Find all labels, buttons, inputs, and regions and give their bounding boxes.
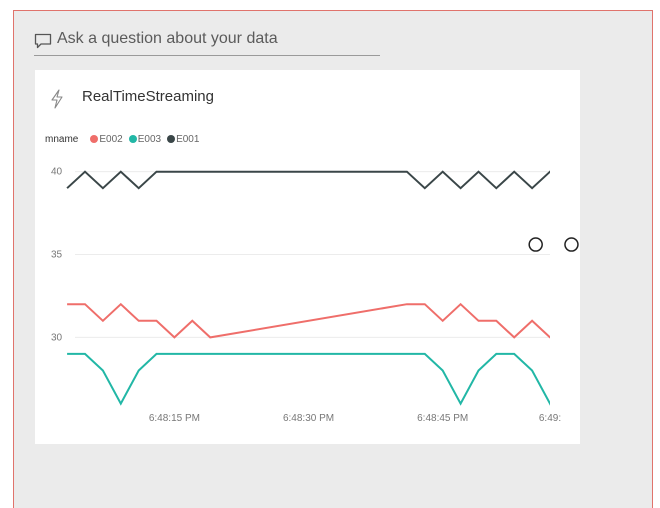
legend-label-e002: E002 [99,133,123,145]
series-line-e001 [66,170,550,190]
qna-input[interactable]: Ask a question about your data [34,29,380,56]
y-tick-label: 40 [51,167,63,178]
dashboard-canvas: Ask a question about your data RealTimeS… [13,10,653,508]
line-chart: 30 35 40 6:48:15 PM 6:48:30 PM 6:48:45 PM 6:49… [51,167,579,424]
legend-dot-e003 [128,135,137,143]
chart-tile[interactable]: RealTimeStreaming mname E002 E003 E001 3… [35,70,580,444]
y-tick-label: 35 [51,250,63,261]
legend-title: mname [45,133,79,145]
x-tick-label: 6:48:30 PM [283,413,334,424]
qna-placeholder: Ask a question about your data [57,30,278,47]
legend-item-e002[interactable]: E002 [90,133,123,145]
x-tick-label: 6:48:15 PM [149,413,200,424]
marker-e001-0 [528,237,543,252]
marker-e001-1 [564,237,579,252]
legend-dot-e002 [90,135,99,143]
legend-label-e003: E003 [137,133,162,145]
speech-bubble-icon [34,33,52,49]
series-line-e003 [67,352,550,406]
lightning-bolt-icon [51,89,63,109]
series-line-e002 [67,302,550,339]
tile-title: RealTimeStreaming [82,88,214,105]
legend-item-e003[interactable]: E003 [128,133,162,145]
y-tick-label: 30 [51,332,63,343]
chart-legend: mname E002 E003 E001 [45,132,205,146]
legend-label-e001: E001 [176,133,200,145]
x-tick-label: 6:48:45 PM [417,413,468,424]
x-tick-label: 6:49: [539,413,561,424]
legend-dot-e001 [167,135,176,143]
legend-item-e001[interactable]: E001 [167,134,199,145]
